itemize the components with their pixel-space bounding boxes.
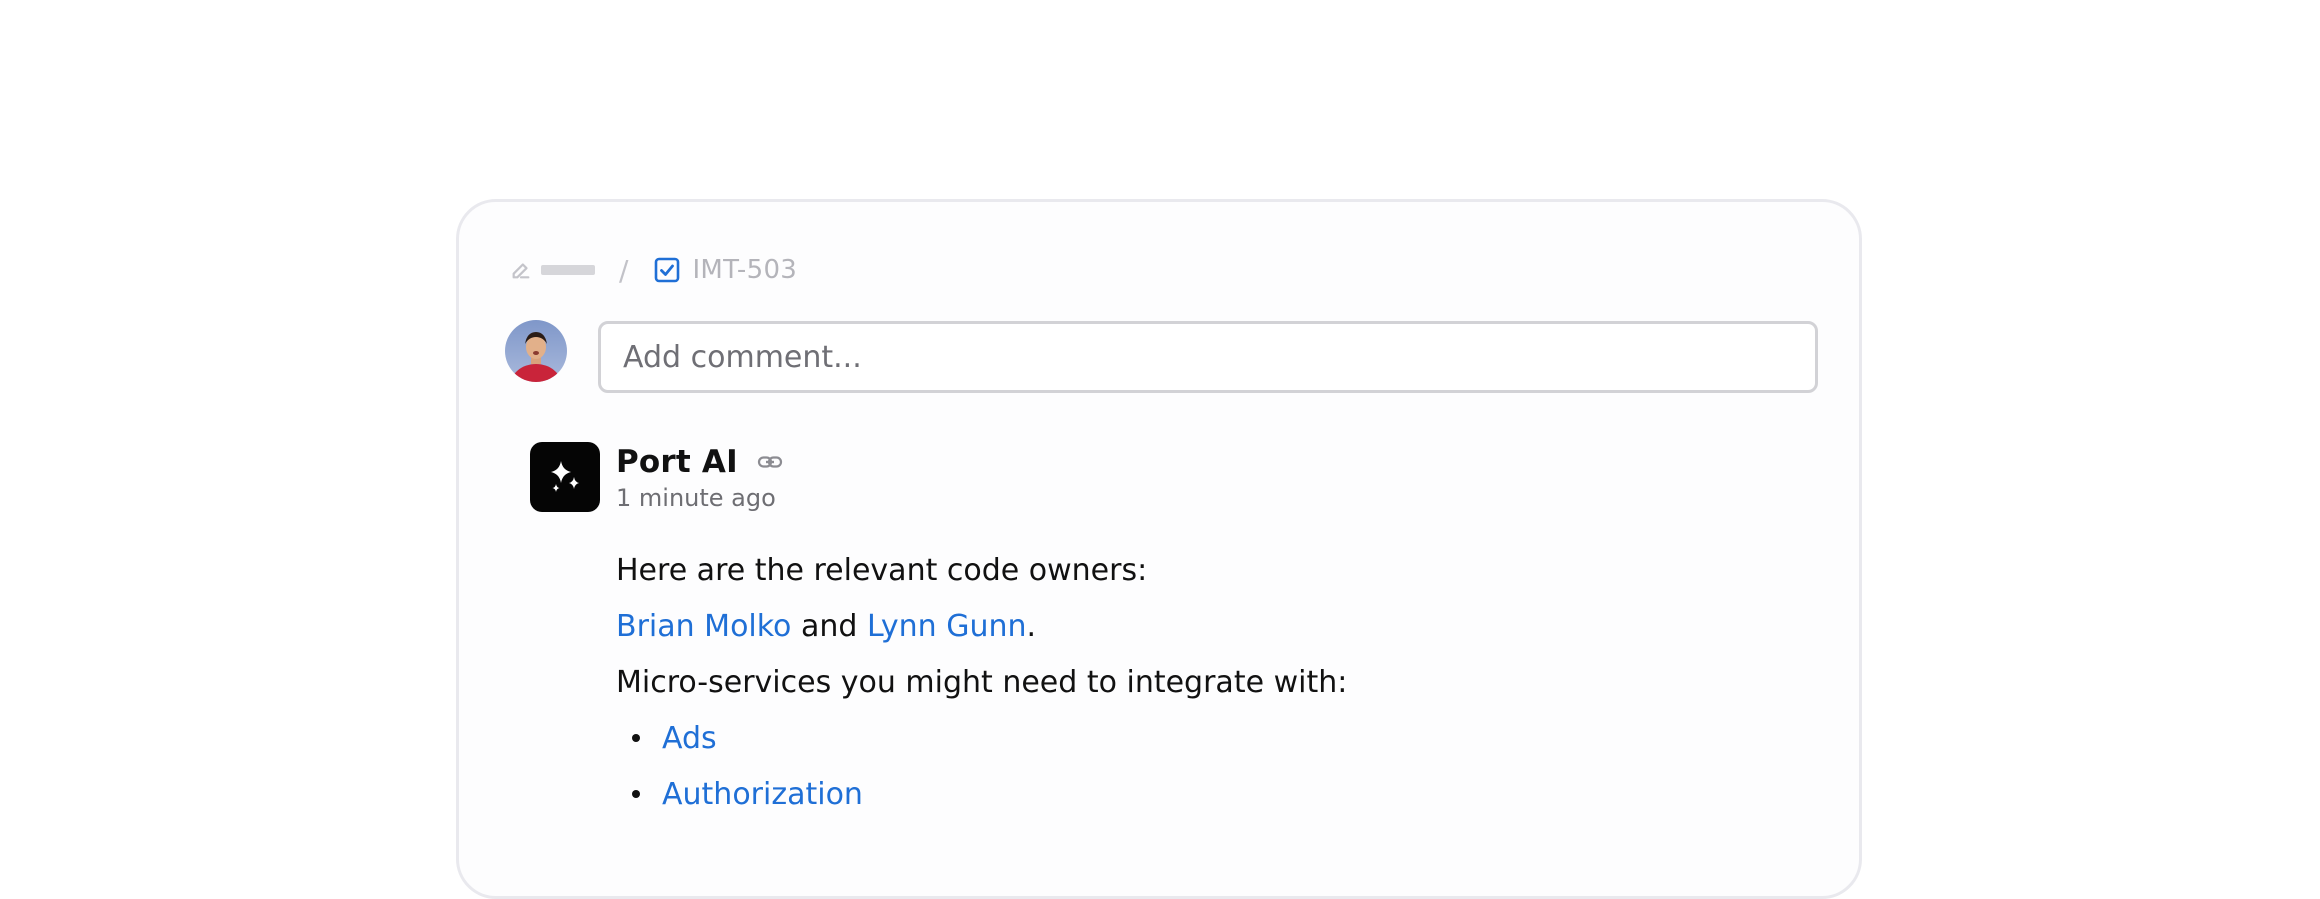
sparkles-icon: [551, 461, 579, 492]
bullet-dot: [632, 734, 640, 742]
link-icon[interactable]: [756, 448, 784, 476]
service-link-ads[interactable]: Ads: [662, 721, 717, 756]
comment-intro: Here are the relevant code owners:: [616, 552, 1148, 588]
bullet-dot: [632, 790, 640, 798]
services-intro: Micro-services you might need to integra…: [616, 664, 1348, 700]
port-ai-logo: [530, 442, 600, 512]
comment-timestamp: 1 minute ago: [616, 484, 776, 512]
list-item: Ads: [616, 710, 1766, 766]
breadcrumb-issue-key[interactable]: IMT-503: [692, 255, 797, 285]
comment-body: Here are the relevant code owners: Brian…: [616, 542, 1766, 822]
comment-input[interactable]: [598, 321, 1818, 393]
owner-joiner: and: [791, 608, 867, 644]
comment-author[interactable]: Port AI: [616, 444, 738, 480]
avatar: [505, 320, 567, 382]
service-link-authorization[interactable]: Authorization: [662, 777, 863, 812]
pencil-icon[interactable]: [509, 258, 533, 282]
list-item: Authorization: [616, 766, 1766, 822]
code-owners-line: Brian Molko and Lynn Gunn .: [616, 598, 1766, 654]
owner-link-lynn-gunn[interactable]: Lynn Gunn: [867, 609, 1027, 644]
comment-header: Port AI: [616, 442, 784, 482]
breadcrumb-project-placeholder[interactable]: [541, 265, 595, 275]
checkbox-icon: [654, 257, 680, 283]
services-list: Ads Authorization: [616, 710, 1766, 822]
comment-card: / IMT-503 Add comment... Port AI 1 minut…: [456, 199, 1862, 899]
breadcrumb: / IMT-503: [509, 252, 797, 288]
owner-link-brian-molko[interactable]: Brian Molko: [616, 609, 791, 644]
breadcrumb-separator: /: [619, 253, 629, 287]
owner-end: .: [1026, 608, 1037, 644]
